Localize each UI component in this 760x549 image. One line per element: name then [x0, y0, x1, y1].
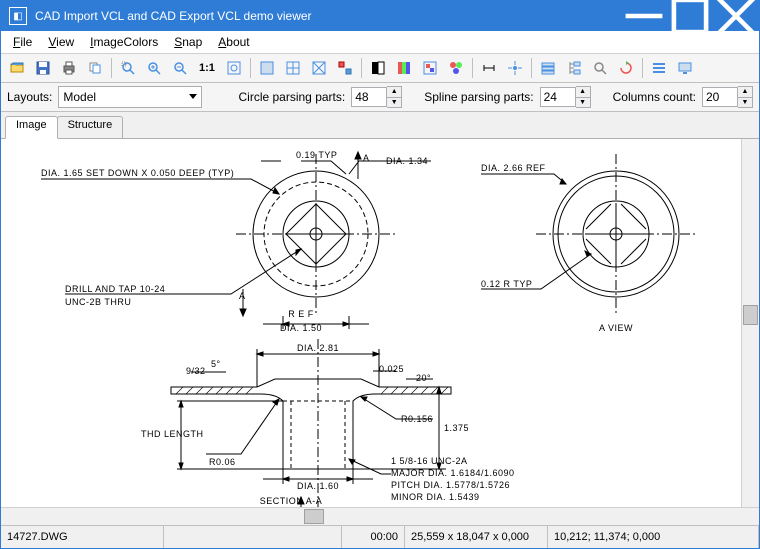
save-icon[interactable]: [31, 56, 55, 80]
close-button[interactable]: [713, 1, 759, 31]
svg-text:0.025: 0.025: [379, 364, 404, 374]
svg-text:PITCH DIA. 1.5778/1.5726: PITCH DIA. 1.5778/1.5726: [391, 480, 510, 490]
tabstrip: Image Structure: [1, 112, 759, 139]
spline-spinner[interactable]: ▲▼: [540, 86, 591, 108]
svg-text:A: A: [239, 291, 246, 301]
app-icon: ◧: [9, 7, 27, 25]
columns-label: Columns count:: [613, 90, 696, 104]
status-filename: 14727.DWG: [1, 526, 164, 548]
maximize-button[interactable]: [667, 1, 713, 31]
svg-text:R E F: R E F: [288, 309, 314, 319]
menu-file[interactable]: File: [5, 33, 40, 51]
svg-text:DRILL AND TAP 10-24: DRILL AND TAP 10-24: [65, 284, 165, 294]
svg-text:MINOR DIA. 1.5439: MINOR DIA. 1.5439: [391, 492, 480, 502]
menu-snap[interactable]: Snap: [166, 33, 210, 51]
layout-2-icon[interactable]: [281, 56, 305, 80]
palette-icon[interactable]: [444, 56, 468, 80]
display-icon[interactable]: [673, 56, 697, 80]
layouts-combo[interactable]: Model: [58, 86, 202, 108]
menu-view[interactable]: View: [40, 33, 82, 51]
spline-label: Spline parsing parts:: [424, 90, 533, 104]
svg-text:DIA. 1.65 SET DOWN X 0.050 DEE: DIA. 1.65 SET DOWN X 0.050 DEEP (TYP): [41, 168, 234, 178]
svg-text:MAJOR DIA. 1.6184/1.6090: MAJOR DIA. 1.6184/1.6090: [391, 468, 515, 478]
tab-image[interactable]: Image: [5, 116, 58, 139]
drawing-canvas[interactable]: A A DIA. 1.65 SET DOWN X 0.050 DEEP (TYP…: [1, 139, 741, 507]
center-icon[interactable]: [503, 56, 527, 80]
zoom-window-icon[interactable]: [116, 56, 140, 80]
menu-imagecolors[interactable]: ImageColors: [82, 33, 166, 51]
params-bar: Layouts: Model Circle parsing parts: ▲▼ …: [1, 83, 759, 112]
svg-text:DIA. 1.60: DIA. 1.60: [297, 481, 339, 491]
circle-label: Circle parsing parts:: [239, 90, 346, 104]
measure-icon[interactable]: [477, 56, 501, 80]
color-rgb-icon[interactable]: [392, 56, 416, 80]
search-icon[interactable]: [588, 56, 612, 80]
vertical-scrollbar[interactable]: [741, 139, 759, 507]
columns-up[interactable]: ▲: [738, 87, 752, 98]
settings-icon[interactable]: [647, 56, 671, 80]
layout-1-icon[interactable]: [255, 56, 279, 80]
horizontal-scrollbar[interactable]: [1, 507, 759, 525]
copy-icon[interactable]: [83, 56, 107, 80]
minimize-button[interactable]: [621, 1, 667, 31]
color-swap-icon[interactable]: [418, 56, 442, 80]
svg-text:UNC-2B THRU: UNC-2B THRU: [65, 297, 131, 307]
layers-icon[interactable]: [536, 56, 560, 80]
zoom-actual-button[interactable]: 1:1: [194, 56, 220, 80]
svg-text:DIA. 2.66 REF: DIA. 2.66 REF: [481, 163, 546, 173]
svg-text:0.12 R TYP: 0.12 R TYP: [481, 279, 532, 289]
window-title: CAD Import VCL and CAD Export VCL demo v…: [35, 9, 621, 23]
svg-text:R0.06: R0.06: [209, 457, 236, 467]
svg-text:9/32: 9/32: [186, 366, 206, 376]
zoom-out-icon[interactable]: [168, 56, 192, 80]
layout-3-icon[interactable]: [307, 56, 331, 80]
layouts-label: Layouts:: [7, 90, 52, 104]
app-window: ◧ CAD Import VCL and CAD Export VCL demo…: [0, 0, 760, 549]
tree-icon[interactable]: [562, 56, 586, 80]
status-coords: 10,212; 11,374; 0,000: [548, 526, 759, 548]
svg-text:1 5/8-16 UNC-2A: 1 5/8-16 UNC-2A: [391, 456, 468, 466]
circle-up[interactable]: ▲: [387, 87, 401, 98]
spline-down[interactable]: ▼: [576, 98, 590, 108]
svg-text:DIA. 2.81: DIA. 2.81: [297, 343, 339, 353]
spline-up[interactable]: ▲: [576, 87, 590, 98]
content-area: Image Structure: [1, 112, 759, 525]
svg-text:DIA. 1.34: DIA. 1.34: [386, 156, 428, 166]
status-empty1: [164, 526, 342, 548]
svg-text:R0.156: R0.156: [401, 414, 433, 424]
spline-input[interactable]: [540, 87, 576, 107]
columns-spinner[interactable]: ▲▼: [702, 86, 753, 108]
svg-text:1.375: 1.375: [444, 423, 469, 433]
circle-down[interactable]: ▼: [387, 98, 401, 108]
svg-text:5°: 5°: [211, 359, 221, 369]
columns-down[interactable]: ▼: [738, 98, 752, 108]
menubar: File View ImageColors Snap About: [1, 31, 759, 54]
menu-about[interactable]: About: [210, 33, 257, 51]
color-bw-icon[interactable]: [366, 56, 390, 80]
rotate-icon[interactable]: [614, 56, 638, 80]
svg-text:DIA. 1.50: DIA. 1.50: [280, 323, 322, 333]
layout-4-icon[interactable]: [333, 56, 357, 80]
status-dims: 25,559 x 18,047 x 0,000: [405, 526, 548, 548]
status-time: 00:00: [342, 526, 405, 548]
tab-structure[interactable]: Structure: [57, 116, 124, 138]
titlebar: ◧ CAD Import VCL and CAD Export VCL demo…: [1, 1, 759, 31]
svg-text:A VIEW: A VIEW: [599, 323, 633, 333]
svg-text:20°: 20°: [416, 373, 431, 383]
zoom-fit-icon[interactable]: [222, 56, 246, 80]
print-icon[interactable]: [57, 56, 81, 80]
statusbar: 14727.DWG 00:00 25,559 x 18,047 x 0,000 …: [1, 525, 759, 548]
svg-text:THD LENGTH: THD LENGTH: [141, 429, 204, 439]
circle-input[interactable]: [351, 87, 387, 107]
circle-spinner[interactable]: ▲▼: [351, 86, 402, 108]
columns-input[interactable]: [702, 87, 738, 107]
toolbar: 1:1: [1, 54, 759, 83]
svg-text:0.19 TYP: 0.19 TYP: [296, 150, 337, 160]
zoom-in-icon[interactable]: [142, 56, 166, 80]
open-icon[interactable]: [5, 56, 29, 80]
svg-text:SECTION A-A: SECTION A-A: [260, 496, 323, 506]
